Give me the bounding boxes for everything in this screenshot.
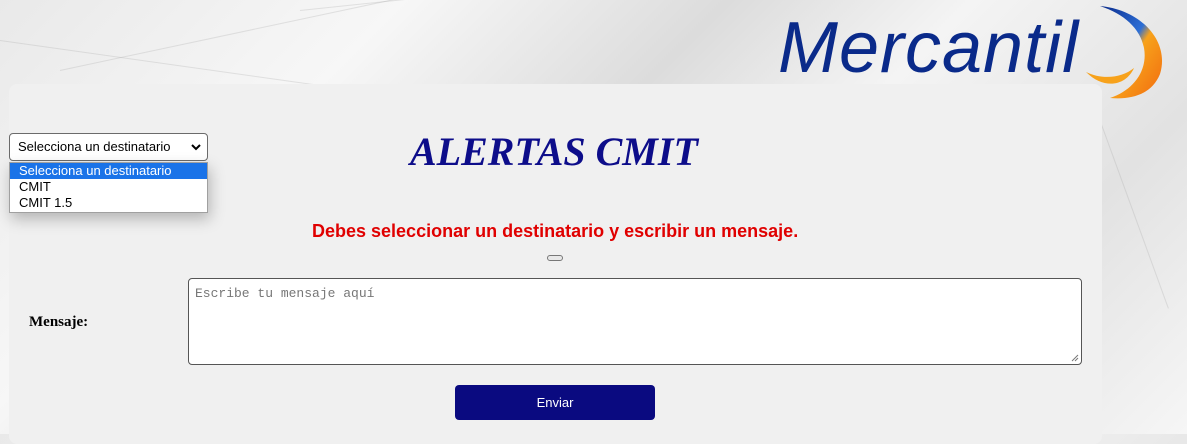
recipient-option-cmit[interactable]: CMIT bbox=[10, 179, 207, 195]
background-crease bbox=[299, 0, 798, 11]
resize-grip-icon[interactable] bbox=[1071, 354, 1079, 362]
error-message: Debes seleccionar un destinatario y escr… bbox=[312, 221, 799, 241]
recipient-select-value: Selecciona un destinatario bbox=[18, 139, 171, 154]
background-crease bbox=[1099, 120, 1169, 309]
page-title: ALERTAS CMIT bbox=[410, 129, 698, 174]
message-label: Mensaje: bbox=[29, 314, 89, 330]
small-button[interactable] bbox=[547, 255, 563, 261]
logo-wordmark: Mercantil bbox=[778, 8, 1080, 88]
recipient-dropdown-list: Selecciona un destinatario CMIT CMIT 1.5 bbox=[9, 162, 208, 213]
message-textarea[interactable]: Escribe tu mensaje aquí bbox=[188, 278, 1082, 365]
background-crease bbox=[59, 0, 452, 71]
recipient-option-placeholder[interactable]: Selecciona un destinatario bbox=[10, 163, 207, 179]
message-placeholder: Escribe tu mensaje aquí bbox=[195, 286, 375, 301]
recipient-option-cmit-1-5[interactable]: CMIT 1.5 bbox=[10, 195, 207, 211]
recipient-select[interactable]: Selecciona un destinatario bbox=[9, 133, 208, 161]
send-button[interactable]: Enviar bbox=[455, 385, 655, 420]
